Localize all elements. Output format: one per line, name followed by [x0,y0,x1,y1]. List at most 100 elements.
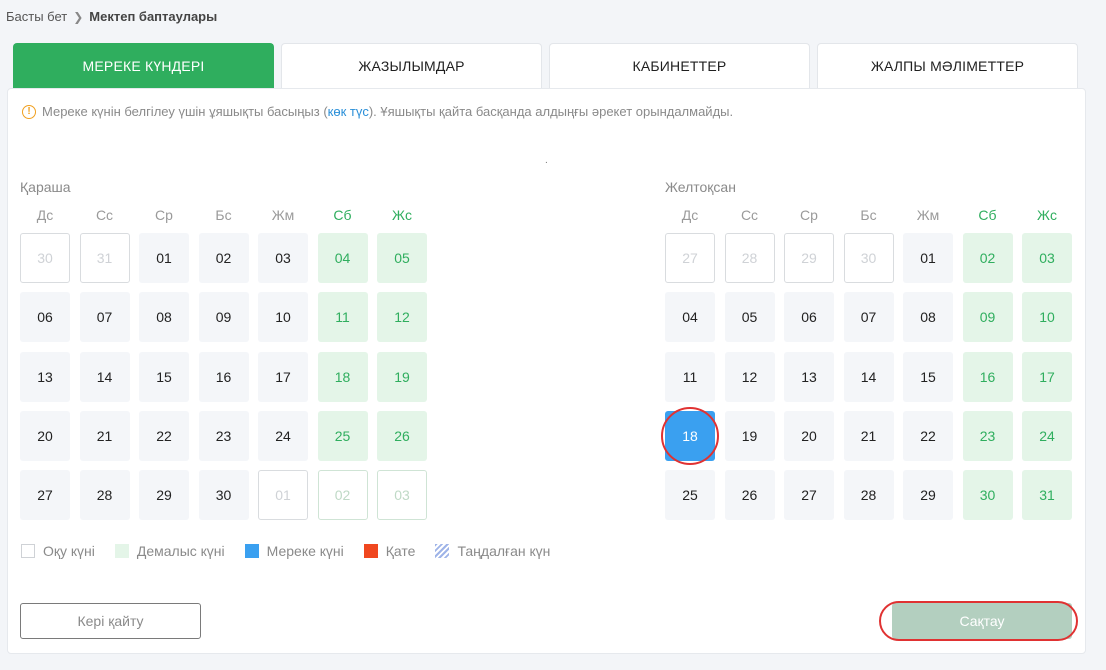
calendar-day[interactable]: 16 [962,351,1013,402]
calendar-day[interactable]: 30 [20,233,70,283]
calendar-day[interactable]: 03 [1022,233,1072,283]
calendar-day[interactable]: 08 [139,292,189,343]
calendar-day[interactable]: 15 [903,351,953,402]
calendar-day[interactable]: 14 [79,351,130,402]
tab-rooms[interactable]: КАБИНЕТТЕР [549,43,810,88]
calendar-day[interactable]: 28 [843,470,894,521]
tab-subscriptions[interactable]: ЖАЗЫЛЫМДАР [281,43,542,88]
weekday-label: Бс [215,207,232,223]
tab-general-info[interactable]: ЖАЛПЫ МӘЛІМЕТТЕР [817,43,1078,88]
calendar-day[interactable]: 26 [724,470,775,521]
legend-study-day: Оқу күні [21,543,95,559]
calendar-day[interactable]: 07 [79,292,130,343]
calendar-day[interactable]: 30 [962,470,1013,521]
calendar-day[interactable]: 30 [198,470,249,521]
calendar-day[interactable]: 28 [79,470,130,521]
calendar-day[interactable]: 29 [903,470,953,521]
calendar-day[interactable]: 11 [665,351,715,402]
calendar-day[interactable]: 30 [843,233,894,283]
calendar-day[interactable]: 12 [377,292,427,343]
weekday-label: Дс [36,207,54,223]
save-button[interactable]: Сақтау [892,603,1072,639]
calendar-day[interactable]: 06 [20,292,70,343]
calendar-day[interactable]: 04 [317,233,368,283]
calendar-day[interactable]: 05 [724,292,775,343]
rest-day-swatch [114,544,129,558]
weekday-label: Ср [800,207,818,223]
calendar-day[interactable]: 25 [665,470,715,521]
calendar-day[interactable]: 13 [784,351,834,402]
calendar-day[interactable]: 06 [784,292,834,343]
calendar-day[interactable]: 28 [724,233,775,283]
calendar-day[interactable]: 22 [903,410,953,461]
calendar-day[interactable]: 27 [784,470,834,521]
calendar-day[interactable]: 27 [20,470,70,521]
month-november: Қараша Дс Сс Ср Бс Жм Сб Жс 30 31 01 02 03 04 05 06 07… [20,179,427,521]
calendar-grid: 30 31 01 02 03 04 05 06 07 08 09 10 11 12 13 14 15 16 17 18… [20,233,427,521]
calendar-day-holiday[interactable]: 18 [661,406,719,465]
calendar-day[interactable]: 23 [962,410,1013,461]
calendar-day[interactable]: 29 [139,470,189,521]
calendar-day[interactable]: 04 [665,292,715,343]
calendar-day[interactable]: 20 [784,410,834,461]
legend-selected-day: Таңдалған күн [435,543,550,559]
calendar-day[interactable]: 03 [258,233,308,283]
calendar-day[interactable]: 01 [139,233,189,283]
calendar-day[interactable]: 09 [962,292,1013,343]
calendar-day[interactable]: 02 [198,233,249,283]
calendar-day[interactable]: 24 [258,410,308,461]
calendar-grid: 27 28 29 30 01 02 03 04 05 06 07 08 09 10 11 12 13 14 15 16… [661,233,1072,521]
calendar-day[interactable]: 31 [1022,470,1072,521]
weekday-label: Дс [681,207,699,223]
calendar-day[interactable]: 01 [903,233,953,283]
calendar-day[interactable]: 05 [377,233,427,283]
calendar-day[interactable]: 22 [139,410,189,461]
info-text-before: Мереке күнін белгілеу үшін ұяшықты басың… [42,104,328,119]
breadcrumb-home[interactable]: Басты бет [6,9,67,24]
calendar-day[interactable]: 18 [317,351,368,402]
calendar-day[interactable]: 12 [724,351,775,402]
calendar-day[interactable]: 11 [317,292,368,343]
month-name: Желтоқсан [665,179,736,195]
calendar-day[interactable]: 09 [198,292,249,343]
calendar-day[interactable]: 17 [1022,351,1072,402]
holiday-swatch [244,544,259,558]
calendar-day[interactable]: 19 [724,410,775,461]
calendar-day[interactable]: 20 [20,410,70,461]
calendar-day[interactable]: 16 [198,351,249,402]
info-text-after: ). Ұяшықты қайта басқанда алдыңғы әрекет… [368,104,734,119]
legend-holiday: Мереке күні [244,543,344,559]
calendar-day[interactable]: 03 [377,470,427,521]
calendar-day[interactable]: 02 [317,470,368,521]
holiday-panel: ! Мереке күнін белгілеу үшін ұяшықты бас… [7,88,1086,654]
calendar-day[interactable]: 01 [258,470,308,521]
calendar-day[interactable]: 17 [258,351,308,402]
divider-dot: . [545,155,548,166]
calendar-day[interactable]: 26 [377,410,427,461]
calendar-day[interactable]: 08 [903,292,953,343]
calendar-day[interactable]: 21 [79,410,130,461]
calendar-day[interactable]: 21 [843,410,894,461]
calendar-day[interactable]: 15 [139,351,189,402]
error-swatch [363,544,378,558]
calendar-day[interactable]: 25 [317,410,368,461]
calendar-day[interactable]: 24 [1022,410,1072,461]
tab-holidays[interactable]: МЕРЕКЕ КҮНДЕРІ [13,43,274,88]
calendar-day[interactable]: 27 [665,233,715,283]
calendar-day[interactable]: 10 [258,292,308,343]
calendar-day[interactable]: 13 [20,351,70,402]
month-december: Желтоқсан Дс Сс Ср Бс Жм Сб Жс 27 28 29 30 01 02 03 0… [661,179,1072,521]
calendar-day[interactable]: 14 [843,351,894,402]
legend: Оқу күні Демалыс күні Мереке күні Қате Т… [21,543,570,559]
weekday-label: Жм [271,207,295,223]
weekday-label: Жс [1037,207,1057,223]
weekday-label: Ср [155,207,173,223]
calendar-day[interactable]: 02 [962,233,1013,283]
calendar-day[interactable]: 10 [1022,292,1072,343]
calendar-day[interactable]: 07 [843,292,894,343]
calendar-day[interactable]: 19 [377,351,427,402]
calendar-day[interactable]: 29 [784,233,834,283]
calendar-day[interactable]: 31 [79,233,130,283]
calendar-day[interactable]: 23 [198,410,249,461]
back-button[interactable]: Кері қайту [20,603,201,639]
